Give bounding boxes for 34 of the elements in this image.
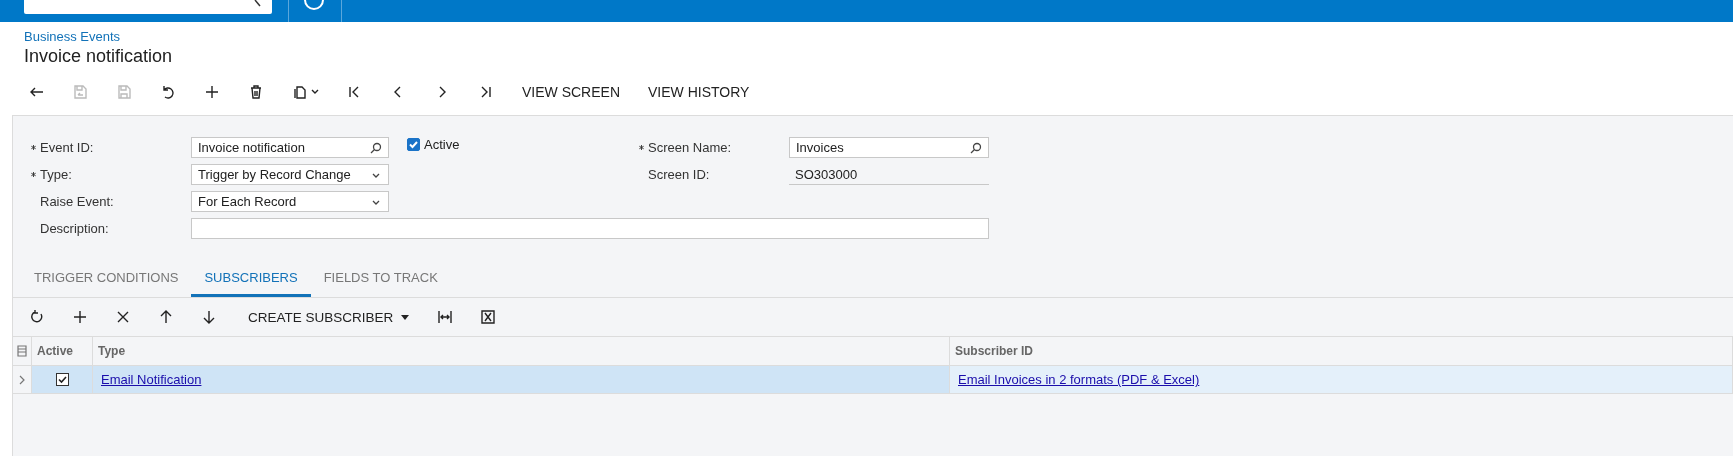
- tab[interactable]: TRIGGER CONDITIONS: [21, 262, 192, 297]
- toolbar-button[interactable]: VIEW HISTORY: [634, 77, 764, 107]
- field-label: Event ID:: [40, 140, 94, 155]
- field-label: Raise Event:: [40, 194, 114, 209]
- asterisk-icon: [639, 145, 644, 150]
- checkbox-label: Active: [424, 137, 460, 152]
- read-only-field: SO303000: [789, 164, 989, 185]
- dropdown-field[interactable]: For Each Record: [191, 191, 389, 212]
- dropdown-field[interactable]: Trigger by Record Change: [191, 164, 389, 185]
- caret-icon[interactable]: [401, 314, 410, 320]
- lookup-field[interactable]: Invoices: [789, 137, 989, 158]
- checkbox[interactable]: [55, 373, 69, 386]
- field-label: Screen ID:: [648, 167, 710, 182]
- column-header[interactable]: Subscriber ID: [949, 337, 1733, 366]
- checkbox[interactable]: [407, 138, 420, 151]
- subscriber-link[interactable]: Email Invoices in 2 formats (PDF & Excel): [958, 372, 1200, 387]
- field-label: Description:: [40, 221, 109, 236]
- tab[interactable]: FIELDS TO TRACK: [310, 262, 451, 297]
- type-link[interactable]: Email Notification: [101, 372, 202, 387]
- create-subscriber-button[interactable]: CREATE SUBSCRIBER: [230, 302, 424, 332]
- column-header[interactable]: Type: [92, 337, 950, 366]
- asterisk-icon: [31, 172, 36, 177]
- field-label: Type:: [40, 167, 72, 182]
- lookup-field[interactable]: Invoice notification: [191, 137, 389, 158]
- breadcrumb-link[interactable]: Business Events: [24, 29, 121, 44]
- text-field[interactable]: [191, 218, 989, 239]
- column-header[interactable]: Active: [31, 337, 93, 366]
- search-field[interactable]: [24, 0, 272, 14]
- page-title: Invoice notification: [24, 46, 174, 67]
- toolbar-button[interactable]: VIEW SCREEN: [508, 77, 634, 107]
- asterisk-icon: [31, 145, 36, 150]
- field-label: Screen Name:: [648, 140, 732, 155]
- tab[interactable]: SUBSCRIBERS: [191, 262, 311, 297]
- column-settings-icon[interactable]: [15, 344, 29, 358]
